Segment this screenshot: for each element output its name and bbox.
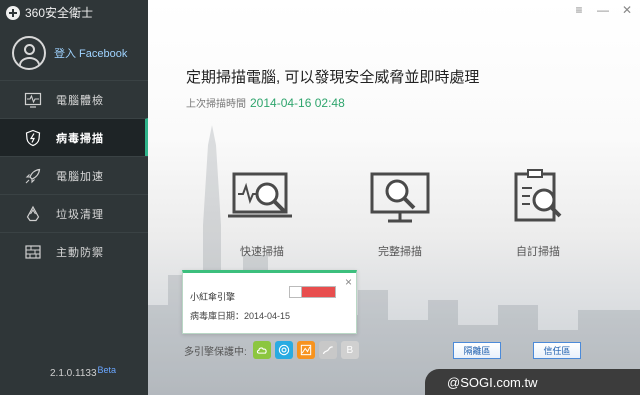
system-repair-icon[interactable] <box>318 341 337 359</box>
cloud-engine-icon[interactable] <box>252 341 271 359</box>
main-panel: ≡ — ✕ 定期掃描電腦, 可以發現安全威脅並即時處理 上次掃描時間 2014-0… <box>148 0 640 395</box>
scan-option-label: 完整掃描 <box>378 246 422 258</box>
version-label: 2.1.0.1133Beta <box>50 365 117 379</box>
quarantine-button[interactable]: 隔離區 <box>453 342 501 359</box>
title-bar[interactable]: 360安全衛士 <box>0 0 640 22</box>
firewall-icon <box>24 243 42 261</box>
quick-scan-icon <box>228 172 292 218</box>
last-scan-time: 2014-04-16 02:48 <box>250 96 345 110</box>
sidebar-nav: 電腦體檢 病毒掃描 電腦加速 垃圾清理 主動防禦 <box>0 80 148 270</box>
sidebar-item-checkup[interactable]: 電腦體檢 <box>0 80 148 118</box>
version-number: 2.1.0.1133 <box>50 368 97 379</box>
facebook-login-link[interactable]: 登入 Facebook <box>54 45 127 61</box>
monitor-pulse-icon <box>24 91 42 109</box>
avira-engine-icon[interactable] <box>296 341 315 359</box>
sidebar-item-defense[interactable]: 主動防禦 <box>0 232 148 270</box>
sogi-watermark: @SOGI.com.tw <box>425 369 640 395</box>
engines-row: 多引擎保護中: B <box>184 341 359 359</box>
app-title: 360安全衛士 <box>6 4 93 21</box>
custom-scan-button[interactable]: 自訂掃描 <box>488 168 588 259</box>
page-title: 定期掃描電腦, 可以發現安全威脅並即時處理 <box>186 69 480 86</box>
sidebar-item-speedup[interactable]: 電腦加速 <box>0 156 148 194</box>
bitdefender-engine-icon[interactable]: B <box>340 341 359 359</box>
app-title-text: 360安全衛士 <box>25 6 94 20</box>
avatar[interactable] <box>12 36 46 70</box>
sidebar-item-cleanup[interactable]: 垃圾清理 <box>0 194 148 232</box>
full-scan-icon <box>370 172 430 223</box>
rocket-icon <box>24 167 42 185</box>
virus-db-date: 病毒庫日期：2014-04-15 <box>190 309 290 322</box>
recycle-icon <box>24 205 42 223</box>
qvm-engine-icon[interactable] <box>274 341 293 359</box>
sidebar-item-label: 垃圾清理 <box>56 208 104 221</box>
sidebar-item-virus-scan[interactable]: 病毒掃描 <box>0 118 148 156</box>
app-logo-icon <box>6 5 20 20</box>
scan-option-label: 快速掃描 <box>240 246 284 258</box>
last-scan-label: 上次掃描時間 <box>186 99 246 110</box>
sidebar-item-label: 病毒掃描 <box>56 132 104 145</box>
trust-zone-button[interactable]: 信任區 <box>533 342 581 359</box>
engine-toggle[interactable] <box>289 286 336 298</box>
full-scan-button[interactable]: 完整掃描 <box>350 168 450 259</box>
sidebar-item-label: 電腦體檢 <box>56 94 104 107</box>
shield-bolt-icon <box>24 129 42 147</box>
profile-area[interactable]: 登入 Facebook <box>0 28 148 78</box>
engines-label: 多引擎保護中: <box>184 346 247 358</box>
custom-scan-icon <box>514 169 562 222</box>
engine-name: 小紅傘引擎 <box>190 292 236 302</box>
last-scan-info: 上次掃描時間 2014-04-16 02:48 <box>186 95 345 110</box>
virus-db-date-label: 病毒庫日期： <box>190 311 245 321</box>
sidebar-item-label: 電腦加速 <box>56 170 104 183</box>
close-icon[interactable]: × <box>345 275 352 289</box>
engine-popup: 小紅傘引擎 × 病毒庫日期：2014-04-15 <box>182 270 357 334</box>
beta-tag: Beta <box>97 365 117 375</box>
sidebar: 登入 Facebook 電腦體檢 病毒掃描 電腦加速 垃圾清理 主動防禦 2.1… <box>0 0 148 395</box>
toggle-knob <box>290 287 302 297</box>
scan-option-label: 自訂掃描 <box>516 246 560 258</box>
virus-db-date-value: 2014-04-15 <box>244 311 291 321</box>
quick-scan-button[interactable]: 快速掃描 <box>212 168 312 259</box>
sidebar-item-label: 主動防禦 <box>56 246 104 259</box>
